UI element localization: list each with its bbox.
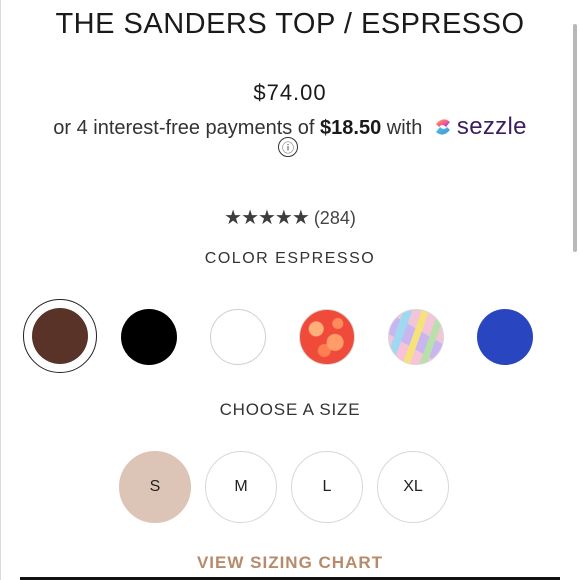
sezzle-logo[interactable]: sezzle (432, 113, 527, 141)
product-title: THE SANDERS TOP / ESPRESSO (55, 8, 525, 40)
star-rating-icon: ★★★★★ (224, 207, 310, 229)
sezzle-with: with (386, 117, 423, 139)
size-option-s[interactable]: S (119, 451, 191, 523)
view-sizing-chart-link[interactable]: VIEW SIZING CHART (0, 553, 580, 573)
info-icon[interactable]: ⓘ (278, 137, 298, 157)
sezzle-brand: sezzle (456, 113, 527, 140)
sezzle-logo-icon (435, 119, 450, 135)
size-option-l[interactable]: L (291, 451, 363, 523)
color-label: COLOR ESPRESSO (0, 250, 580, 268)
selected-color: ESPRESSO (275, 250, 376, 267)
swatch-royal-blue[interactable] (477, 309, 533, 365)
size-option-m[interactable]: M (205, 451, 277, 523)
size-option-xl[interactable]: XL (377, 451, 449, 523)
swatch-floral-print[interactable] (299, 309, 355, 365)
swatch-espresso[interactable] (32, 308, 88, 364)
swatch-pastel-swirl[interactable] (388, 309, 444, 365)
size-label: CHOOSE A SIZE (219, 400, 361, 419)
rating[interactable]: ★★★★★ (284) (0, 205, 580, 230)
color-label-prefix: COLOR (204, 250, 270, 267)
product-price: $74.00 (253, 80, 327, 105)
sezzle-amount: $18.50 (320, 117, 382, 139)
review-count: (284) (313, 208, 356, 228)
swatch-white[interactable] (210, 309, 266, 365)
sezzle-prefix: or 4 interest-free payments of (53, 117, 315, 139)
swatch-black[interactable] (121, 309, 177, 365)
